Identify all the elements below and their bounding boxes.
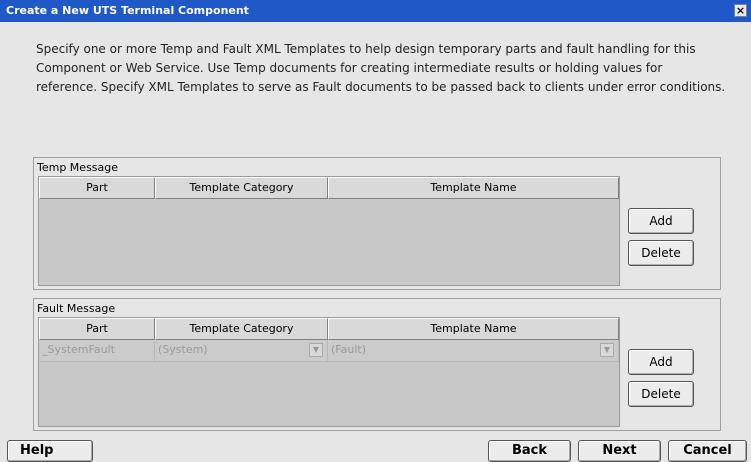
part-cell[interactable]: _SystemFault: [39, 340, 155, 362]
help-button[interactable]: Help: [7, 440, 93, 462]
table-header: Part Template Category Template Name: [39, 318, 619, 340]
table-row[interactable]: _SystemFault (System) ▼ (Fault) ▼: [39, 340, 619, 362]
next-button[interactable]: Next: [578, 440, 661, 462]
fault-add-button[interactable]: Add: [628, 349, 694, 375]
fault-message-table[interactable]: Part Template Category Template Name _Sy…: [38, 317, 620, 427]
temp-message-table[interactable]: Part Template Category Template Name: [38, 176, 620, 286]
temp-message-group: Temp Message Part Template Category Temp…: [33, 157, 721, 290]
column-header-template-name[interactable]: Template Name: [328, 177, 619, 199]
fault-message-group: Fault Message Part Template Category Tem…: [33, 298, 721, 431]
template-name-value: (Fault): [331, 343, 366, 356]
fault-message-label: Fault Message: [37, 302, 116, 315]
fault-delete-button[interactable]: Delete: [628, 381, 694, 407]
title-bar: Create a New UTS Terminal Component ×: [0, 0, 751, 22]
column-header-template-name[interactable]: Template Name: [328, 318, 619, 340]
close-button[interactable]: ×: [734, 4, 747, 17]
window-title: Create a New UTS Terminal Component: [6, 4, 249, 17]
column-header-template-category[interactable]: Template Category: [155, 318, 328, 340]
cancel-button[interactable]: Cancel: [668, 440, 747, 462]
temp-delete-button[interactable]: Delete: [628, 240, 694, 266]
column-header-part[interactable]: Part: [39, 318, 155, 340]
column-header-template-category[interactable]: Template Category: [155, 177, 328, 199]
temp-add-button[interactable]: Add: [628, 208, 694, 234]
template-category-select[interactable]: (System) ▼: [155, 340, 328, 362]
template-category-value: (System): [158, 343, 208, 356]
chevron-down-icon[interactable]: ▼: [309, 343, 323, 357]
template-name-select[interactable]: (Fault) ▼: [328, 340, 619, 362]
description-text: Specify one or more Temp and Fault XML T…: [36, 42, 726, 94]
column-header-part[interactable]: Part: [39, 177, 155, 199]
temp-message-label: Temp Message: [37, 161, 119, 174]
back-button[interactable]: Back: [488, 440, 571, 462]
chevron-down-icon[interactable]: ▼: [600, 343, 614, 357]
table-header: Part Template Category Template Name: [39, 177, 619, 199]
